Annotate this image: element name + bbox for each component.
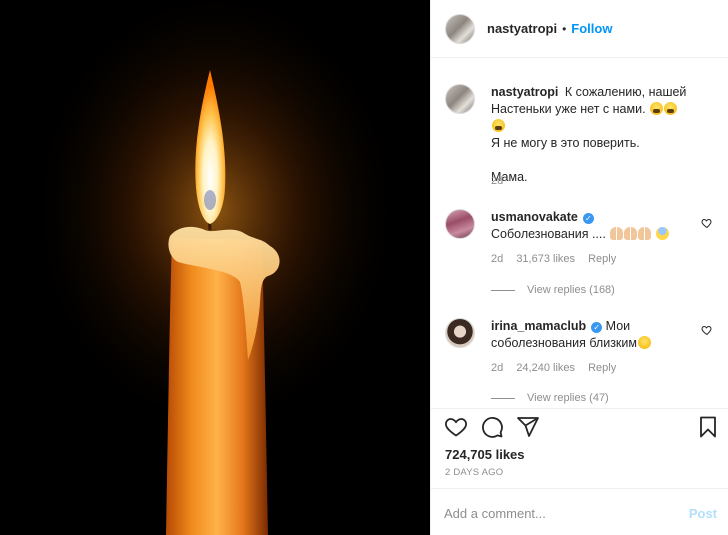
- follow-button[interactable]: Follow: [571, 21, 612, 36]
- candle-image: [0, 0, 430, 535]
- praying-hands-icon: [624, 227, 638, 240]
- view-replies-label[interactable]: View replies (168): [527, 284, 615, 296]
- praying-hands-icon: [610, 227, 624, 240]
- post-photo[interactable]: [0, 0, 430, 535]
- caption-line-2: Я не могу в это поверить.: [491, 136, 640, 150]
- comment-item: usmanovakate ✓ Соболезнования .... 2d 31,…: [445, 209, 715, 299]
- post-actions: 724,705 likes 2 DAYS AGO: [431, 408, 728, 488]
- comment-text: usmanovakate ✓ Соболезнования ....: [491, 209, 691, 243]
- post-comment-button[interactable]: Post: [689, 506, 717, 521]
- fearful-face-icon: [655, 227, 669, 240]
- comment-likes[interactable]: 24,240 likes: [516, 362, 575, 374]
- save-bookmark-icon[interactable]: [696, 415, 720, 439]
- reply-button[interactable]: Reply: [588, 362, 616, 374]
- replies-divider: [491, 289, 515, 291]
- comments-list[interactable]: nastyatropi К сожалению, нашей Настеньки…: [431, 58, 728, 408]
- add-comment-input[interactable]: [444, 503, 664, 523]
- post-header: nastyatropi • Follow: [431, 0, 728, 58]
- add-comment-bar: Post: [431, 488, 728, 535]
- praying-hands-icon: [638, 227, 652, 240]
- separator-dot: •: [562, 21, 567, 36]
- sad-face-icon: [637, 336, 651, 349]
- header-username[interactable]: nastyatropi: [487, 21, 557, 36]
- replies-divider: [491, 397, 515, 399]
- crying-emoji-icon: [664, 102, 678, 115]
- likes-count[interactable]: 724,705 likes: [445, 447, 525, 462]
- crying-emoji-icon: [650, 102, 664, 115]
- avatar[interactable]: [445, 13, 475, 44]
- caption-text: nastyatropi К сожалению, нашей Настеньки…: [491, 84, 691, 186]
- comment-meta: 2d 24,240 likes Reply: [491, 362, 626, 374]
- view-replies-button[interactable]: View replies (168): [491, 284, 615, 296]
- comment-username[interactable]: irina_mamaclub: [491, 319, 586, 333]
- like-heart-icon[interactable]: [444, 415, 468, 439]
- view-replies-label[interactable]: View replies (47): [527, 392, 609, 404]
- share-paper-plane-icon[interactable]: [516, 415, 540, 439]
- reply-button[interactable]: Reply: [588, 253, 616, 265]
- comment-item: irina_mamaclub ✓ Мои соболезнования близк…: [445, 318, 715, 408]
- post-side-panel: nastyatropi • Follow nastyatropi К сожал…: [430, 0, 728, 535]
- comment-meta: 2d 31,673 likes Reply: [491, 253, 626, 265]
- instagram-post: nastyatropi • Follow nastyatropi К сожал…: [0, 0, 728, 535]
- avatar[interactable]: [445, 209, 475, 239]
- caption-username[interactable]: nastyatropi: [491, 85, 558, 99]
- comment-timestamp[interactable]: 2d: [491, 253, 503, 265]
- caption-timestamp[interactable]: 2d: [491, 175, 503, 187]
- caption-time: 2d: [491, 175, 513, 187]
- like-comment-heart-icon[interactable]: [701, 217, 713, 229]
- comment-likes[interactable]: 31,673 likes: [516, 253, 575, 265]
- caption: nastyatropi К сожалению, нашей Настеньки…: [445, 84, 715, 194]
- crying-emoji-icon: [492, 119, 505, 132]
- like-comment-heart-icon[interactable]: [701, 324, 713, 336]
- avatar[interactable]: [445, 84, 475, 114]
- avatar[interactable]: [445, 318, 475, 348]
- verified-badge-icon: ✓: [591, 322, 603, 333]
- comment-body: Соболезнования ....: [491, 227, 606, 241]
- comment-bubble-icon[interactable]: [480, 415, 504, 439]
- post-timestamp[interactable]: 2 DAYS AGO: [445, 467, 503, 478]
- view-replies-button[interactable]: View replies (47): [491, 392, 609, 404]
- verified-badge-icon: ✓: [582, 213, 594, 224]
- comment-timestamp[interactable]: 2d: [491, 362, 503, 374]
- comment-text: irina_mamaclub ✓ Мои соболезнования близк…: [491, 318, 676, 352]
- comment-username[interactable]: usmanovakate: [491, 210, 578, 224]
